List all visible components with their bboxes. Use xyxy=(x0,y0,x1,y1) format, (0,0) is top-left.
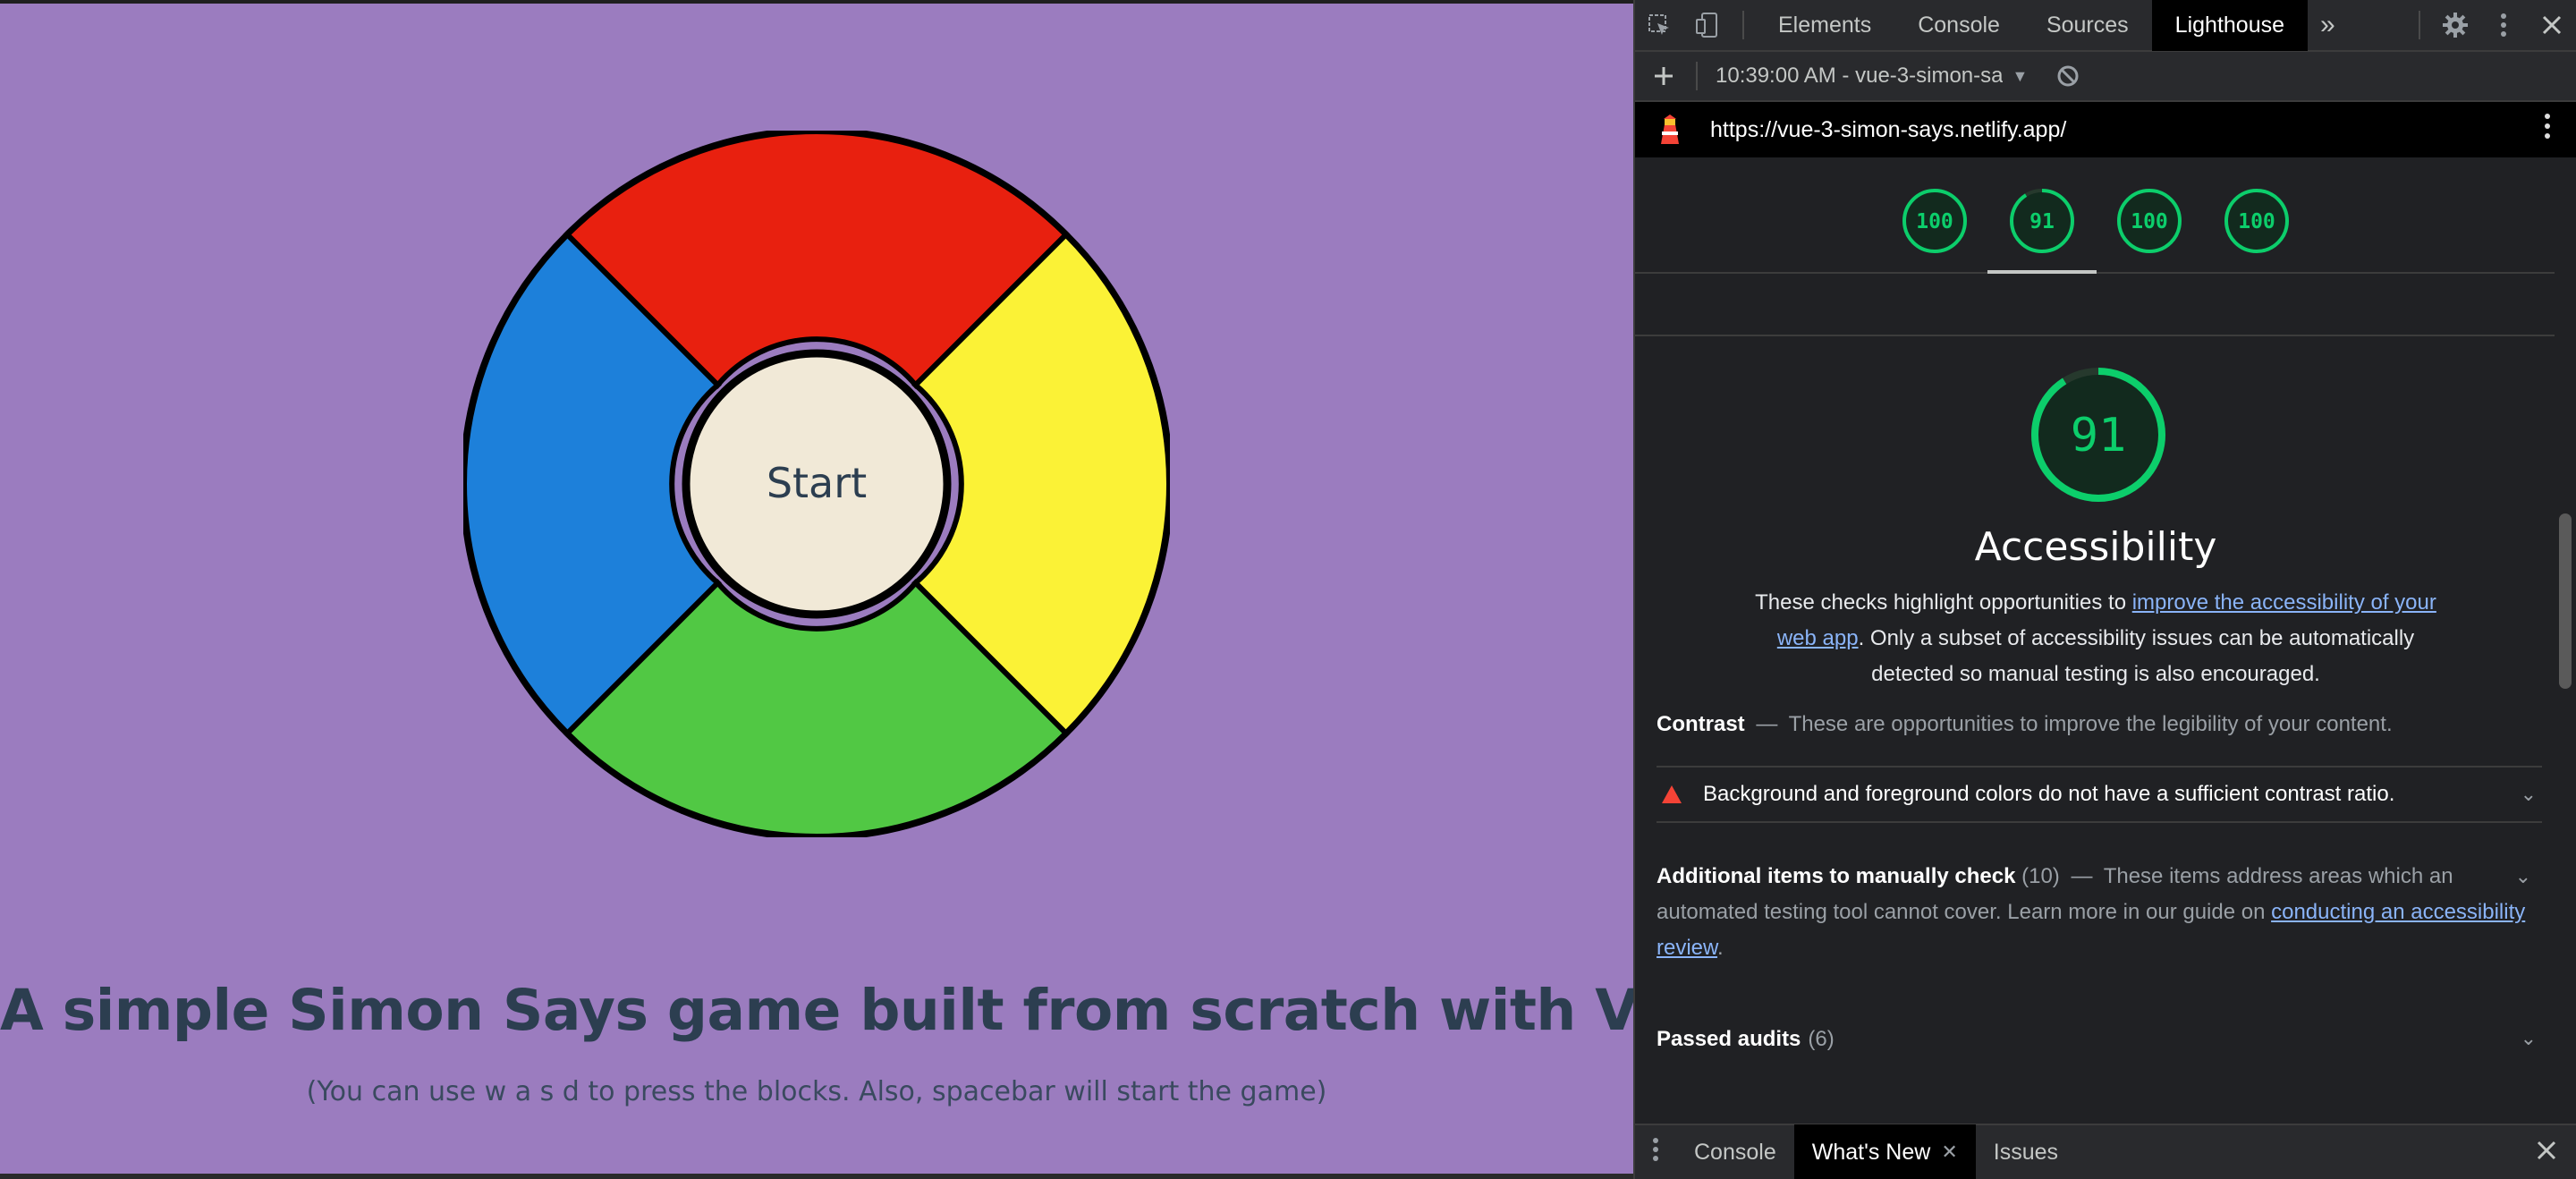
devtools-tabbar: Elements Console Sources Lighthouse » xyxy=(1635,0,2576,52)
drawer-tab-issues[interactable]: Issues xyxy=(1976,1124,2076,1179)
tab-sources[interactable]: Sources xyxy=(2023,0,2152,51)
simon-board: Start xyxy=(463,131,1170,837)
scores-header: 100 91 100 100 xyxy=(1635,157,2556,274)
active-score-indicator xyxy=(1987,270,2097,274)
toolbar-separator xyxy=(1696,62,1698,90)
chevron-down-icon: ⌄ xyxy=(2520,1027,2537,1049)
category-description-text-end: . Only a subset of accessibility issues … xyxy=(1858,626,2415,686)
report-selector-value: 10:39:00 AM - vue-3-simon-sa xyxy=(1716,64,2004,88)
tabbar-separator-right xyxy=(2419,11,2420,39)
settings-gear-icon[interactable] xyxy=(2431,0,2479,51)
contrast-group-header: Contrast — These are opportunities to im… xyxy=(1657,712,2542,737)
device-toolbar-icon[interactable] xyxy=(1683,0,1732,51)
start-label[interactable]: Start xyxy=(767,459,867,507)
manual-checks-count: (10) xyxy=(2021,864,2060,888)
inspect-element-icon[interactable] xyxy=(1635,0,1683,51)
more-tabs-icon[interactable]: » xyxy=(2308,0,2348,51)
category-description-text: These checks highlight opportunities to xyxy=(1755,590,2132,615)
failed-audit-row[interactable]: Background and foreground colors do not … xyxy=(1657,766,2542,823)
chevron-down-icon: ⌄ xyxy=(2520,783,2537,805)
manual-checks-title: Additional items to manually check xyxy=(1657,864,2016,888)
tab-elements[interactable]: Elements xyxy=(1755,0,1894,51)
score-seo-value: 100 xyxy=(2238,210,2275,233)
score-gauge-seo[interactable]: 100 xyxy=(2224,188,2290,254)
customize-menu-kebab-icon[interactable] xyxy=(2479,0,2528,51)
drawer-tab-console[interactable]: Console xyxy=(1676,1124,1794,1179)
scrollbar-thumb[interactable] xyxy=(2559,513,2572,689)
page-subtitle: (You can use w a s d to press the blocks… xyxy=(306,1076,1327,1107)
lighthouse-logo-icon xyxy=(1661,115,1679,144)
report-url[interactable]: https://vue-3-simon-says.netlify.app/ xyxy=(1710,117,2066,143)
close-drawer-icon[interactable] xyxy=(2537,1137,2556,1167)
passed-audits-count: (6) xyxy=(1808,1027,1835,1051)
score-performance-value: 100 xyxy=(1916,210,1953,233)
report-url-bar: https://vue-3-simon-says.netlify.app/ xyxy=(1635,102,2576,157)
close-devtools-icon[interactable] xyxy=(2528,0,2576,51)
contrast-group-title: Contrast xyxy=(1657,712,1745,736)
score-accessibility-value: 91 xyxy=(2029,210,2055,233)
page-bottom-border xyxy=(0,1174,1633,1179)
contrast-group-separator: — xyxy=(1756,712,1778,736)
failed-audit-title: Background and foreground colors do not … xyxy=(1703,782,2395,806)
section-divider xyxy=(1635,335,2556,336)
score-gauge-performance[interactable]: 100 xyxy=(1902,188,1968,254)
score-gauge-accessibility[interactable]: 91 xyxy=(2009,188,2075,254)
page-top-border xyxy=(0,0,1633,4)
devtools-drawer: Console What's New ✕ Issues xyxy=(1635,1124,2576,1179)
clear-reports-icon[interactable] xyxy=(2044,50,2092,102)
category-description: These checks highlight opportunities to … xyxy=(1733,585,2458,692)
tabbar-separator xyxy=(1742,11,1744,39)
tab-console[interactable]: Console xyxy=(1894,0,2023,51)
dropdown-caret-icon: ▼ xyxy=(2012,66,2029,85)
chevron-down-icon: ⌄ xyxy=(2514,865,2531,887)
manual-checks-description-end: . xyxy=(1717,936,1724,960)
tab-lighthouse[interactable]: Lighthouse xyxy=(2151,0,2308,51)
web-page-viewport: Start A simple Simon Says game built fro… xyxy=(0,0,1633,1179)
manual-checks-group[interactable]: Additional items to manually check (10) … xyxy=(1657,859,2542,966)
passed-audits-group[interactable]: Passed audits (6) ⌄ xyxy=(1657,1027,2542,1052)
devtools-panel: Elements Console Sources Lighthouse » 10… xyxy=(1633,0,2576,1179)
drawer-menu-kebab-icon[interactable] xyxy=(1635,1137,1676,1168)
drawer-tab-whats-new-label: What's New xyxy=(1811,1139,1931,1165)
fail-triangle-icon xyxy=(1662,785,1682,803)
contrast-group-description: These are opportunities to improve the l… xyxy=(1788,712,2393,736)
drawer-tab-whats-new[interactable]: What's New ✕ xyxy=(1793,1124,1976,1179)
category-title: Accessibility xyxy=(1974,524,2217,570)
score-gauge-best-practices[interactable]: 100 xyxy=(2116,188,2182,254)
report-selector-dropdown[interactable]: 10:39:00 AM - vue-3-simon-sa ▼ xyxy=(1716,64,2028,89)
accessibility-score-value: 91 xyxy=(2071,409,2127,462)
new-report-plus-icon[interactable] xyxy=(1635,50,1692,102)
passed-audits-title: Passed audits xyxy=(1657,1027,1801,1051)
score-best-practices-value: 100 xyxy=(2131,210,2168,233)
manual-checks-separator: — xyxy=(2071,864,2093,888)
page-title: A simple Simon Says game built from scra… xyxy=(0,978,1633,1043)
accessibility-score-gauge: 91 xyxy=(2031,368,2165,502)
report-menu-kebab-icon[interactable] xyxy=(2544,113,2551,147)
report-scrollbar[interactable] xyxy=(2555,157,2576,1124)
lighthouse-toolbar: 10:39:00 AM - vue-3-simon-sa ▼ xyxy=(1635,52,2576,102)
close-tab-icon[interactable]: ✕ xyxy=(1941,1141,1957,1164)
